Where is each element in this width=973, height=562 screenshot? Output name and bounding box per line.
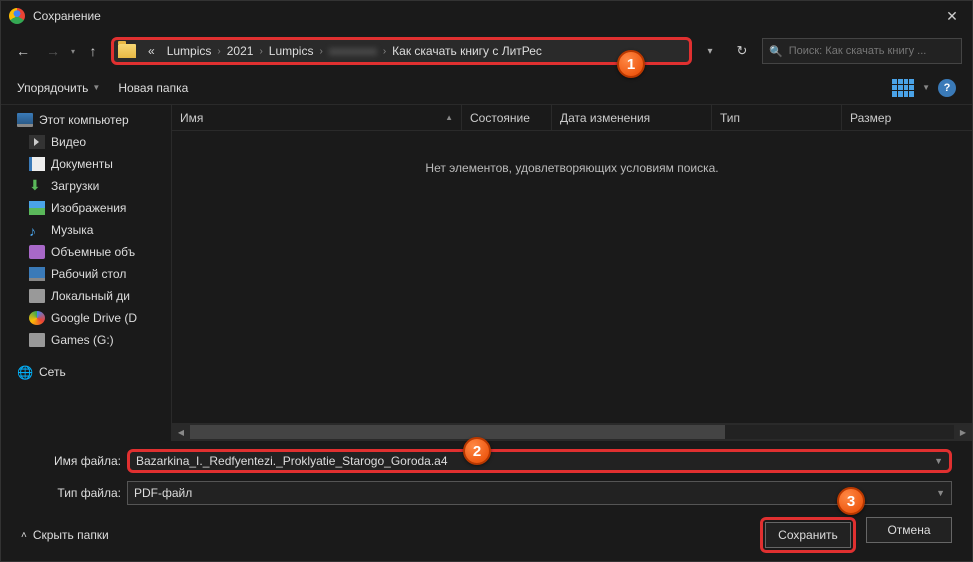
filename-label: Имя файла:	[21, 454, 121, 468]
music-icon	[29, 223, 45, 237]
column-headers: Имя▲ Состояние Дата изменения Тип Размер	[172, 105, 972, 131]
breadcrumb-item[interactable]: Как скачать книгу с ЛитРес	[386, 44, 548, 58]
search-icon: 🔍	[769, 45, 783, 58]
callout-1: 1	[617, 50, 645, 78]
search-placeholder: Поиск: Как скачать книгу ...	[789, 45, 927, 57]
image-icon	[29, 201, 45, 215]
sidebar: Этот компьютер Видео Документы Загрузки …	[1, 105, 171, 441]
callout-2: 2	[463, 437, 491, 465]
sidebar-item-pictures[interactable]: Изображения	[1, 197, 171, 219]
sidebar-item-this-pc[interactable]: Этот компьютер	[1, 109, 171, 131]
window-title: Сохранение	[33, 9, 932, 23]
desktop-icon	[29, 267, 45, 281]
nav-up-button[interactable]: ↑	[81, 39, 105, 63]
filetype-label: Тип файла:	[21, 486, 121, 500]
hide-folders-button[interactable]: ˄ Скрыть папки	[21, 528, 109, 542]
address-dropdown[interactable]: ▾	[698, 46, 722, 57]
breadcrumb-item-hidden[interactable]: xxxxxxxx	[323, 44, 383, 58]
search-input[interactable]: 🔍 Поиск: Как скачать книгу ...	[762, 38, 962, 64]
main-area: Этот компьютер Видео Документы Загрузки …	[1, 105, 972, 441]
sidebar-item-music[interactable]: Музыка	[1, 219, 171, 241]
scroll-left-icon[interactable]: ◀	[172, 428, 190, 437]
callout-3: 3	[837, 487, 865, 515]
sidebar-item-network[interactable]: Сеть	[1, 361, 171, 383]
titlebar: Сохранение ✕	[1, 1, 972, 31]
save-button[interactable]: Сохранить	[765, 522, 851, 548]
close-button[interactable]: ✕	[932, 1, 972, 31]
chevron-up-icon: ˄	[21, 530, 27, 541]
filetype-select[interactable]: PDF-файл ▼	[127, 481, 952, 505]
breadcrumb-item[interactable]: 2021	[221, 44, 260, 58]
refresh-button[interactable]: ↻	[728, 43, 756, 59]
chevron-down-icon[interactable]: ▼	[936, 488, 945, 498]
disk-icon	[29, 333, 45, 347]
cube-icon	[29, 245, 45, 259]
column-type[interactable]: Тип	[712, 105, 842, 130]
sidebar-item-desktop[interactable]: Рабочий стол	[1, 263, 171, 285]
toolbar: Упорядочить ▼ Новая папка ▼ ?	[1, 71, 972, 105]
save-dialog: Сохранение ✕ ← → ▾ ↑ « Lumpics › 2021 › …	[0, 0, 973, 562]
video-icon	[29, 135, 45, 149]
nav-history-dropdown[interactable]: ▾	[71, 47, 75, 56]
help-button[interactable]: ?	[938, 79, 956, 97]
nav-bar: ← → ▾ ↑ « Lumpics › 2021 › Lumpics › xxx…	[1, 31, 972, 71]
chevron-down-icon: ▼	[92, 83, 100, 92]
save-button-highlight: Сохранить	[760, 517, 856, 553]
scroll-right-icon[interactable]: ▶	[954, 428, 972, 437]
scroll-thumb[interactable]	[190, 425, 725, 439]
filename-input[interactable]: Bazarkina_I._Redfyentezi._Proklyatie_Sta…	[127, 449, 952, 473]
network-icon	[17, 365, 33, 379]
empty-message: Нет элементов, удовлетворяющих условиям …	[172, 131, 972, 423]
file-list-area: Имя▲ Состояние Дата изменения Тип Размер…	[171, 105, 972, 441]
sidebar-item-games[interactable]: Games (G:)	[1, 329, 171, 351]
pc-icon	[17, 113, 33, 127]
nav-forward-button[interactable]: →	[41, 39, 65, 63]
view-mode-button[interactable]	[892, 79, 914, 97]
download-icon	[29, 179, 45, 193]
sort-indicator-icon: ▲	[445, 113, 453, 122]
organize-button[interactable]: Упорядочить ▼	[17, 81, 100, 95]
breadcrumb-prefix: «	[142, 44, 161, 58]
column-name[interactable]: Имя▲	[172, 105, 462, 130]
chevron-down-icon[interactable]: ▼	[934, 456, 943, 466]
cancel-button[interactable]: Отмена	[866, 517, 952, 543]
column-modified[interactable]: Дата изменения	[552, 105, 712, 130]
sidebar-item-documents[interactable]: Документы	[1, 153, 171, 175]
nav-back-button[interactable]: ←	[11, 39, 35, 63]
new-folder-button[interactable]: Новая папка	[118, 81, 188, 95]
column-state[interactable]: Состояние	[462, 105, 552, 130]
column-size[interactable]: Размер	[842, 105, 964, 130]
folder-icon	[118, 44, 136, 58]
breadcrumb-item[interactable]: Lumpics	[263, 44, 320, 58]
sidebar-item-gdrive[interactable]: Google Drive (D	[1, 307, 171, 329]
horizontal-scrollbar[interactable]: ◀ ▶	[172, 423, 972, 441]
document-icon	[29, 157, 45, 171]
gdrive-icon	[29, 311, 45, 325]
sidebar-item-downloads[interactable]: Загрузки	[1, 175, 171, 197]
address-bar[interactable]: « Lumpics › 2021 › Lumpics › xxxxxxxx › …	[111, 37, 692, 65]
disk-icon	[29, 289, 45, 303]
sidebar-item-3d[interactable]: Объемные объ	[1, 241, 171, 263]
chevron-down-icon: ▼	[922, 83, 930, 92]
scroll-track[interactable]	[190, 425, 954, 439]
breadcrumb-item[interactable]: Lumpics	[161, 44, 218, 58]
sidebar-item-videos[interactable]: Видео	[1, 131, 171, 153]
chrome-icon	[9, 8, 25, 24]
sidebar-item-local-disk[interactable]: Локальный ди	[1, 285, 171, 307]
